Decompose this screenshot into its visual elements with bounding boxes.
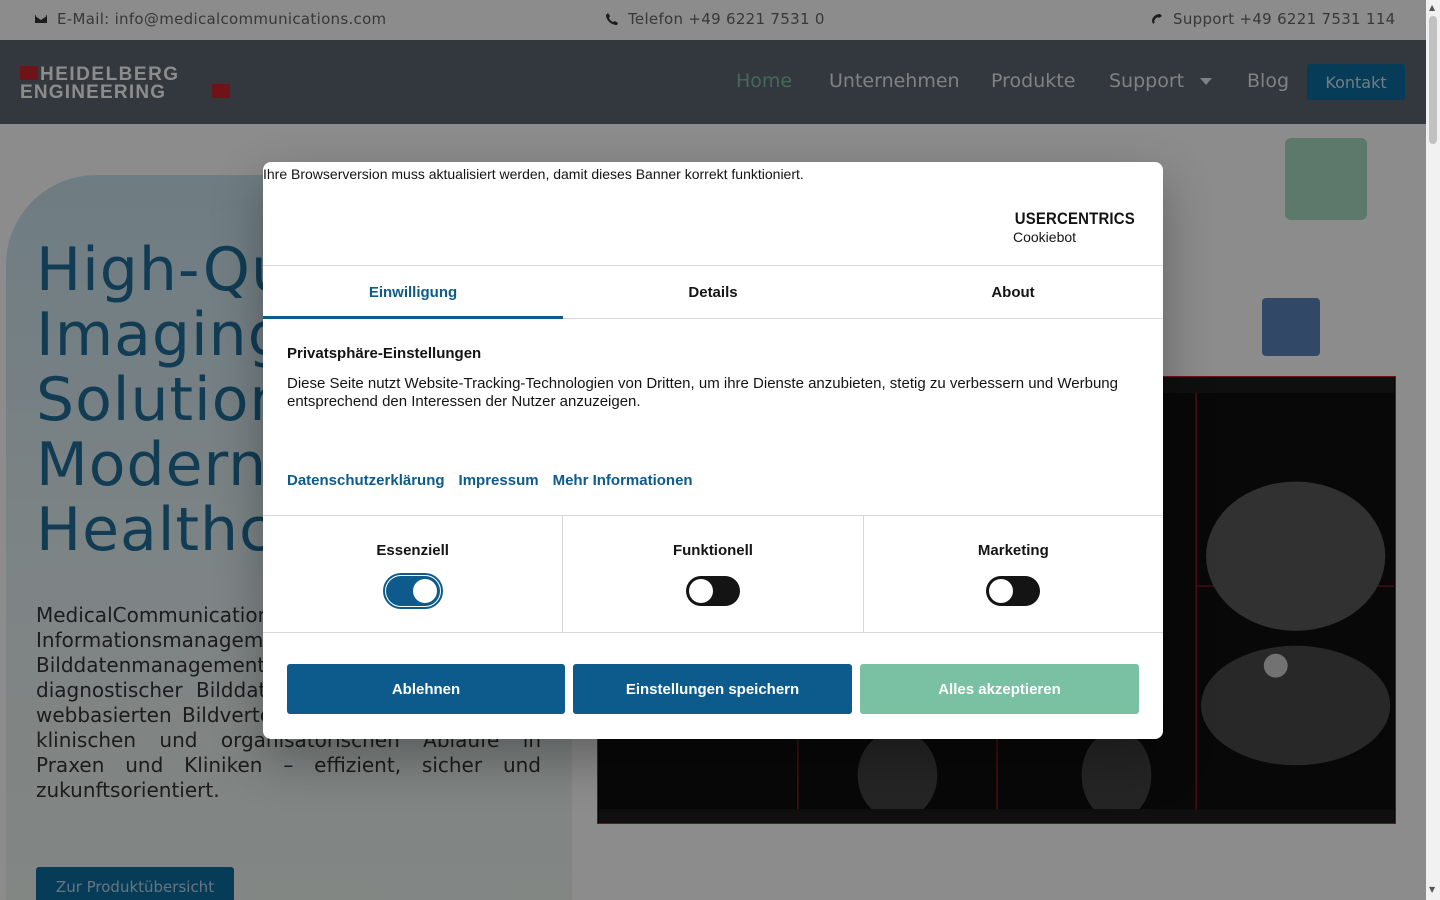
privacy-settings-title: Privatsphäre-Einstellungen bbox=[287, 345, 482, 362]
scroll-up-icon[interactable]: ▲ bbox=[1429, 3, 1435, 12]
tab-details[interactable]: Details bbox=[563, 266, 863, 318]
brand-cookiebot: Cookiebot bbox=[1013, 229, 1077, 245]
consent-categories: Essenziell Funktionell Marketing bbox=[263, 515, 1163, 633]
brand-usercentrics: USERCENTRICS bbox=[1014, 209, 1135, 228]
privacy-links: Datenschutzerklärung Impressum Mehr Info… bbox=[287, 472, 693, 489]
privacy-settings-text: Diese Seite nutzt Website-Tracking-Techn… bbox=[287, 375, 1118, 410]
toggle-knob bbox=[412, 579, 437, 603]
page-scrollbar[interactable]: ▲ ▼ bbox=[1426, 0, 1440, 900]
link-impressum[interactable]: Impressum bbox=[459, 472, 539, 489]
funktionell-toggle[interactable] bbox=[685, 576, 740, 606]
marketing-toggle[interactable] bbox=[986, 576, 1041, 606]
link-datenschutz[interactable]: Datenschutzerklärung bbox=[287, 472, 445, 489]
link-mehr-informationen[interactable]: Mehr Informationen bbox=[553, 472, 693, 489]
scroll-thumb[interactable] bbox=[1429, 16, 1437, 144]
category-funktionell: Funktionell bbox=[563, 516, 864, 632]
toggle-knob bbox=[989, 579, 1014, 603]
category-essenziell: Essenziell bbox=[263, 516, 564, 632]
category-label: Funktionell bbox=[672, 542, 753, 559]
tab-einwilligung[interactable]: Einwilligung bbox=[263, 266, 563, 319]
consent-tabs: Einwilligung Details About bbox=[263, 265, 1163, 319]
toggle-knob bbox=[688, 579, 713, 603]
decline-button[interactable]: Ablehnen bbox=[287, 664, 565, 714]
category-label: Essenziell bbox=[376, 542, 449, 559]
category-marketing: Marketing bbox=[864, 516, 1163, 632]
cookie-consent-dialog: Ihre Browserversion muss aktualisiert we… bbox=[263, 162, 1163, 739]
tab-about[interactable]: About bbox=[863, 266, 1163, 318]
essenziell-toggle[interactable] bbox=[382, 573, 443, 609]
usercentrics-cookiebot-logo: USERCENTRICS Cookiebot bbox=[1013, 209, 1135, 245]
save-settings-button[interactable]: Einstellungen speichern bbox=[573, 664, 852, 714]
category-label: Marketing bbox=[977, 542, 1049, 559]
scroll-down-icon[interactable]: ▼ bbox=[1429, 885, 1435, 894]
accept-all-button[interactable]: Alles akzeptieren bbox=[860, 664, 1139, 714]
browser-update-notice: Ihre Browserversion muss aktualisiert we… bbox=[263, 166, 804, 182]
